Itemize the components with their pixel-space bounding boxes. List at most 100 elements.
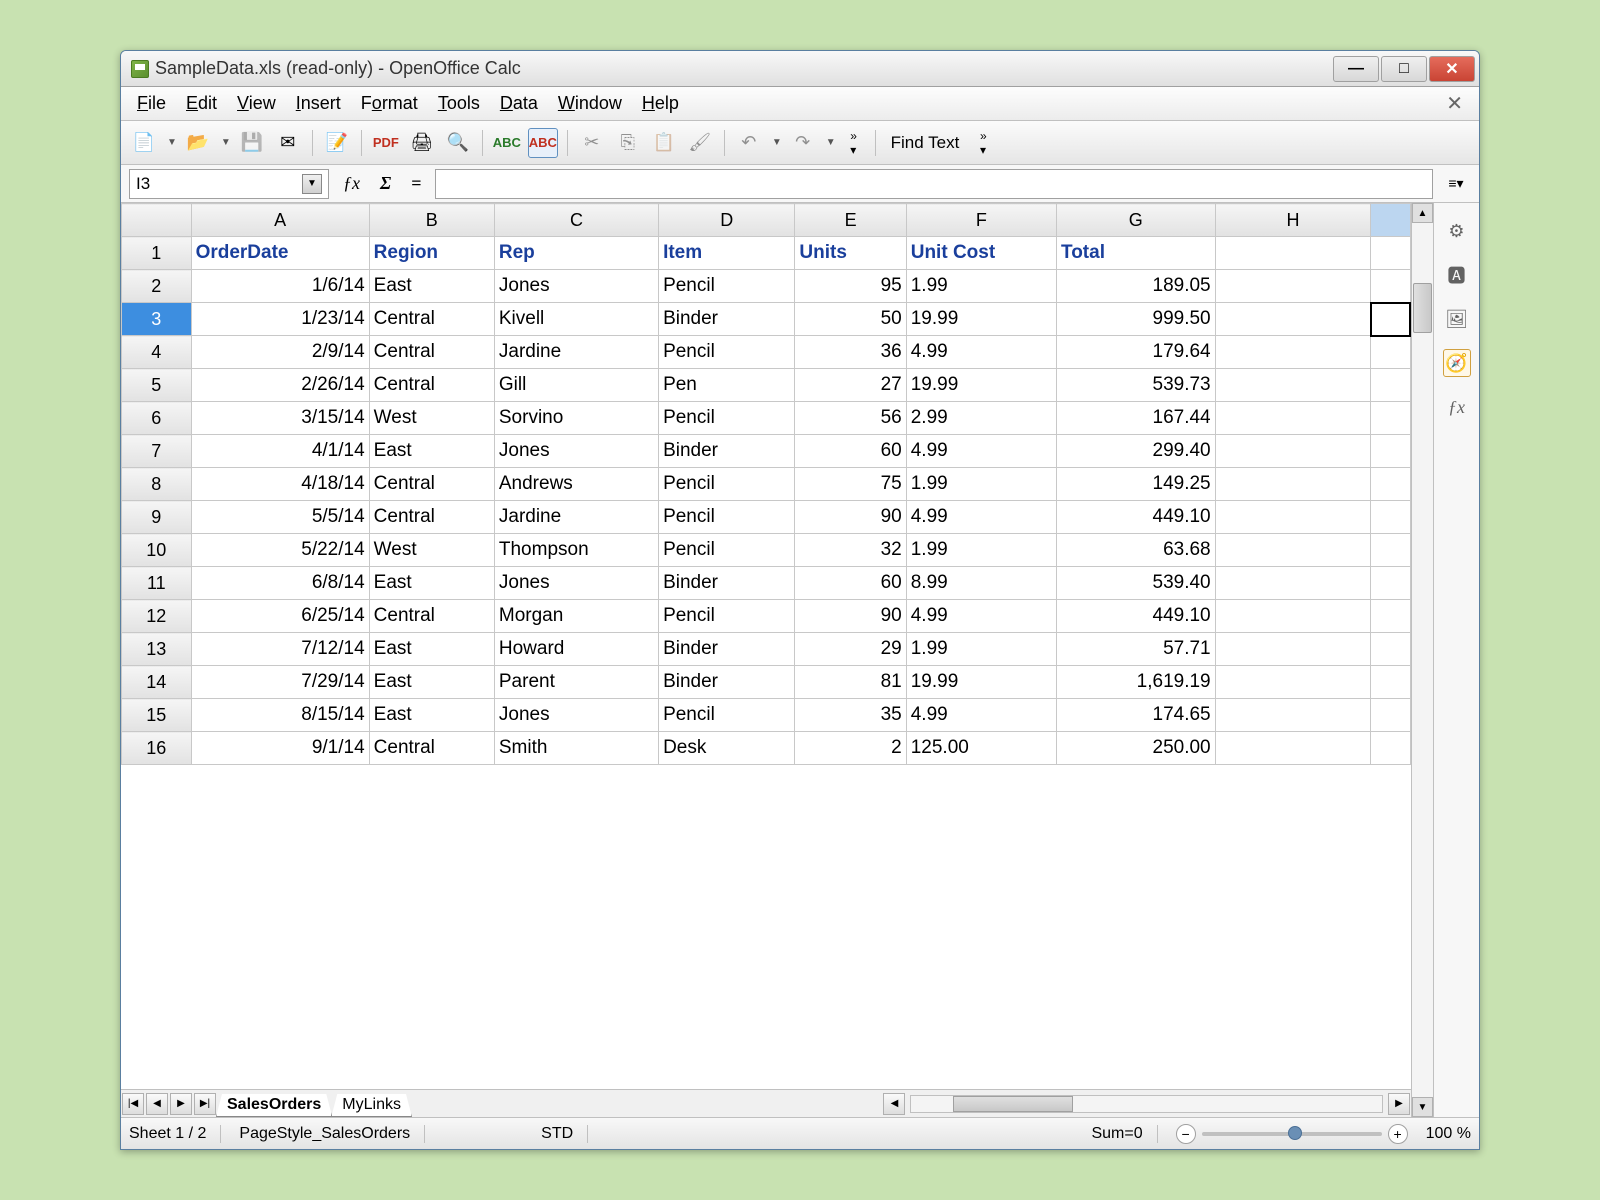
tab-nav-prev-icon[interactable]: ◀ [146,1093,168,1115]
cell-D9[interactable]: Pencil [659,501,795,534]
new-dropdown-icon[interactable]: ▼ [167,137,177,148]
cell-B9[interactable]: Central [369,501,494,534]
cell-C3[interactable]: Kivell [494,303,658,336]
menu-insert[interactable]: Insert [286,89,351,118]
cell-I8[interactable] [1371,468,1410,501]
cell-H11[interactable] [1215,567,1371,600]
sheet-tab-mylinks[interactable]: MyLinks [331,1094,412,1117]
cell-B10[interactable]: West [369,534,494,567]
cell-C11[interactable]: Jones [494,567,658,600]
cell-F4[interactable]: 4.99 [906,336,1056,369]
zoom-slider-thumb[interactable] [1288,1126,1302,1140]
cell-B14[interactable]: East [369,666,494,699]
cell-E1[interactable]: Units [795,237,906,270]
cell-F10[interactable]: 1.99 [906,534,1056,567]
cell-D3[interactable]: Binder [659,303,795,336]
cell-D5[interactable]: Pen [659,369,795,402]
cell-F5[interactable]: 19.99 [906,369,1056,402]
row-header-3[interactable]: 3 [122,303,192,336]
cell-G5[interactable]: 539.73 [1057,369,1216,402]
hscroll-right-icon[interactable]: ▶ [1388,1093,1410,1115]
sum-icon[interactable]: Σ [374,171,397,196]
cell-D4[interactable]: Pencil [659,336,795,369]
column-header-B[interactable]: B [369,204,494,237]
cell-C7[interactable]: Jones [494,435,658,468]
cell-H16[interactable] [1215,732,1371,765]
cell-G7[interactable]: 299.40 [1057,435,1216,468]
cell-I14[interactable] [1371,666,1410,699]
cell-I15[interactable] [1371,699,1410,732]
cell-D16[interactable]: Desk [659,732,795,765]
cell-H6[interactable] [1215,402,1371,435]
cell-H1[interactable] [1215,237,1371,270]
cell-D15[interactable]: Pencil [659,699,795,732]
cell-C8[interactable]: Andrews [494,468,658,501]
cell-F15[interactable]: 4.99 [906,699,1056,732]
function-wizard-icon[interactable]: ƒx [337,171,366,196]
cell-F9[interactable]: 4.99 [906,501,1056,534]
cell-C12[interactable]: Morgan [494,600,658,633]
cell-G13[interactable]: 57.71 [1057,633,1216,666]
cell-A16[interactable]: 9/1/14 [191,732,369,765]
row-header-16[interactable]: 16 [122,732,192,765]
cell-B3[interactable]: Central [369,303,494,336]
cell-G4[interactable]: 179.64 [1057,336,1216,369]
cell-H14[interactable] [1215,666,1371,699]
cell-D8[interactable]: Pencil [659,468,795,501]
cell-B15[interactable]: East [369,699,494,732]
row-header-4[interactable]: 4 [122,336,192,369]
open-dropdown-icon[interactable]: ▼ [221,137,231,148]
row-header-12[interactable]: 12 [122,600,192,633]
column-header-I[interactable] [1371,204,1410,237]
hscroll-left-icon[interactable]: ◀ [883,1093,905,1115]
row-header-2[interactable]: 2 [122,270,192,303]
cell-A2[interactable]: 1/6/14 [191,270,369,303]
cell-A11[interactable]: 6/8/14 [191,567,369,600]
cell-H2[interactable] [1215,270,1371,303]
vertical-scrollbar[interactable]: ▲ ▼ [1411,203,1433,1117]
cell-E4[interactable]: 36 [795,336,906,369]
styles-icon[interactable]: 🅰 [1443,261,1471,289]
menu-window[interactable]: Window [548,89,632,118]
row-header-5[interactable]: 5 [122,369,192,402]
toolbar-overflow-button[interactable]: »▾ [842,128,866,158]
cell-F8[interactable]: 1.99 [906,468,1056,501]
column-header-H[interactable]: H [1215,204,1371,237]
cell-B6[interactable]: West [369,402,494,435]
menu-edit[interactable]: Edit [176,89,227,118]
cell-C5[interactable]: Gill [494,369,658,402]
tab-nav-next-icon[interactable]: ▶ [170,1093,192,1115]
save-icon[interactable]: 💾 [237,128,267,158]
cell-A5[interactable]: 2/26/14 [191,369,369,402]
cell-F6[interactable]: 2.99 [906,402,1056,435]
zoom-slider-track[interactable] [1202,1132,1382,1136]
hscroll-thumb[interactable] [953,1096,1073,1112]
vscroll-up-icon[interactable]: ▲ [1412,203,1433,223]
menu-data[interactable]: Data [490,89,548,118]
row-header-13[interactable]: 13 [122,633,192,666]
cell-G9[interactable]: 449.10 [1057,501,1216,534]
menu-tools[interactable]: Tools [428,89,490,118]
cell-C16[interactable]: Smith [494,732,658,765]
cell-D12[interactable]: Pencil [659,600,795,633]
column-header-C[interactable]: C [494,204,658,237]
cell-C14[interactable]: Parent [494,666,658,699]
cell-E10[interactable]: 32 [795,534,906,567]
cell-B1[interactable]: Region [369,237,494,270]
cell-E6[interactable]: 56 [795,402,906,435]
cell-G10[interactable]: 63.68 [1057,534,1216,567]
cell-C6[interactable]: Sorvino [494,402,658,435]
functions-icon[interactable]: ƒx [1443,393,1471,421]
menu-help[interactable]: Help [632,89,689,118]
cell-C9[interactable]: Jardine [494,501,658,534]
gallery-icon[interactable]: 🖼 [1443,305,1471,333]
cut-icon[interactable]: ✂ [577,128,607,158]
cell-D2[interactable]: Pencil [659,270,795,303]
cell-A7[interactable]: 4/1/14 [191,435,369,468]
cell-H7[interactable] [1215,435,1371,468]
cell-I10[interactable] [1371,534,1410,567]
column-header-G[interactable]: G [1057,204,1216,237]
cell-A15[interactable]: 8/15/14 [191,699,369,732]
tab-nav-last-icon[interactable]: ▶| [194,1093,216,1115]
cell-G6[interactable]: 167.44 [1057,402,1216,435]
